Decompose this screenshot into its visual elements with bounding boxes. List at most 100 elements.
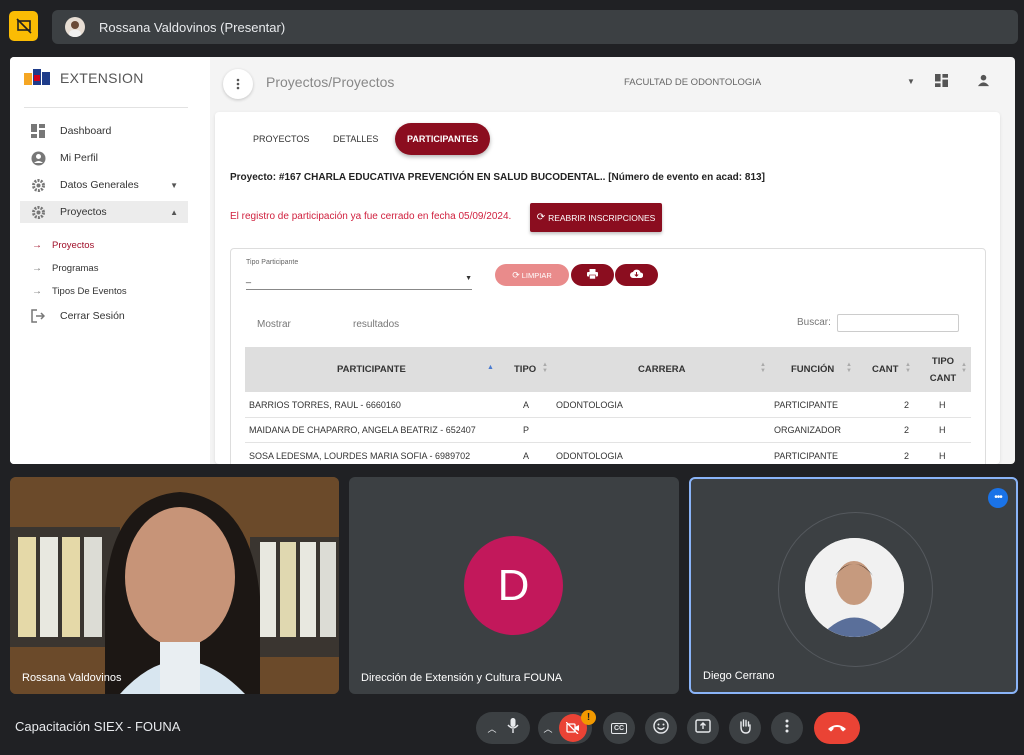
filter-label: Tipo Participante [246, 259, 299, 266]
caret-down-icon: ▼ [170, 180, 178, 190]
logout-icon [30, 308, 46, 324]
cell-funcion: PARTICIPANTE [774, 450, 839, 461]
raise-hand-button[interactable] [729, 712, 761, 744]
project-title: Proyecto: #167 CHARLA EDUCATIVA PREVENCI… [230, 172, 765, 183]
sidebar-item-dashboard[interactable]: Dashboard [20, 120, 188, 142]
refresh-icon: ⟳ [512, 269, 520, 280]
print-button[interactable] [571, 264, 614, 286]
divider [24, 107, 188, 108]
more-vert-icon[interactable] [223, 69, 253, 99]
table-row[interactable]: SOSA LEDESMA, LOURDES MARIA SOFIA - 6989… [245, 443, 971, 464]
more-options-button[interactable]: ••• [988, 488, 1008, 508]
limpiar-label: LIMPIAR [521, 270, 552, 280]
sidebar-subitem-programas[interactable]: → Programas [32, 260, 98, 276]
participant-name: Rossana Valdovinos [22, 672, 122, 684]
cell-tipo: A [523, 450, 530, 461]
emoji-icon [653, 717, 669, 739]
col-carrera[interactable]: CARRERA [638, 347, 686, 392]
buscar-label: Buscar: [797, 317, 831, 328]
more-horiz-icon: ••• [994, 492, 1002, 503]
cell-tipo-cant: H [939, 399, 946, 410]
present-button[interactable] [687, 712, 719, 744]
mostrar-label: Mostrar [257, 319, 291, 330]
table-row[interactable]: MAIDANA DE CHAPARRO, ANGELA BEATRIZ - 65… [245, 418, 971, 443]
download-button[interactable] [615, 264, 658, 286]
caret-down-icon[interactable]: ▼ [907, 77, 915, 86]
sidebar-item-logout[interactable]: Cerrar Sesión [20, 305, 188, 327]
breadcrumb: Proyectos/Proyectos [266, 74, 395, 90]
col-tipo-cant[interactable]: TIPO CANT [929, 347, 957, 392]
closed-message: El registro de participación ya fue cerr… [230, 211, 512, 222]
col-tipo[interactable]: TIPO [514, 347, 536, 392]
tile-diego[interactable]: ••• Diego Cerrano [689, 477, 1018, 694]
meeting-controls-bar: Capacitación SIEX - FOUNA ︿ ︿ ! CC [0, 700, 1024, 755]
app-sidebar: EXTENSION Dashboard Mi Perfil Datos Gene… [10, 57, 210, 464]
sort-icon: ▲ ▼ [542, 362, 548, 374]
cell-participante: SOSA LEDESMA, LOURDES MARIA SOFIA - 6989… [249, 450, 471, 461]
sort-icon: ▲ ▼ [760, 362, 766, 374]
top-bar: Rossana Valdovinos (Presentar) [0, 0, 1024, 52]
limpiar-button[interactable]: ⟳ LIMPIAR [495, 264, 569, 286]
chevron-up-icon[interactable]: ︿ [487, 722, 496, 735]
meeting-title: Capacitación SIEX - FOUNA [15, 719, 181, 734]
more-options-button[interactable] [771, 712, 803, 744]
col-funcion[interactable]: FUNCIÓN [791, 347, 834, 392]
gear-icon [30, 204, 46, 220]
leave-call-button[interactable] [814, 712, 860, 744]
dashboard-icon [30, 123, 46, 139]
brand: EXTENSION [24, 67, 144, 89]
col-tipo-cant-line1: TIPO [931, 355, 955, 367]
sidebar-item-datos[interactable]: Datos Generales ▼ [20, 174, 188, 196]
sort-icon: ▲ ▼ [846, 362, 852, 374]
cloud-download-icon [630, 266, 644, 284]
sidebar-item-proyectos[interactable]: Proyectos ▲ [20, 201, 188, 223]
sidebar-subitem-tipos[interactable]: → Tipos De Eventos [32, 283, 127, 299]
reactions-button[interactable] [645, 712, 677, 744]
table-row[interactable]: BARRIOS TORRES, RAUL - 6660160 A ODONTOL… [245, 392, 971, 418]
participants-table: PARTICIPANTE ▲ TIPO ▲ ▼ CARRERA ▲ ▼ FUNCIÓ… [245, 347, 971, 464]
presenter-banner: Rossana Valdovinos (Presentar) [52, 10, 1018, 44]
presenter-avatar [65, 17, 85, 37]
resultados-label: resultados [353, 319, 400, 330]
hand-icon [738, 718, 752, 739]
sidebar-subitem-proyectos[interactable]: → Proyectos [32, 237, 94, 253]
dashboard-icon[interactable] [935, 74, 948, 92]
sidebar-item-label: Mi Perfil [60, 152, 98, 164]
presentation-off-icon[interactable] [9, 11, 38, 41]
chevron-up-icon[interactable]: ︿ [543, 722, 552, 735]
col-cant[interactable]: CANT [872, 347, 898, 392]
mic-icon[interactable] [506, 718, 519, 738]
sort-icon: ▲ ▼ [905, 362, 911, 374]
sidebar-subitem-label: Proyectos [52, 239, 95, 251]
cell-tipo: P [523, 425, 530, 435]
brand-name: EXTENSION [60, 70, 144, 86]
search-input[interactable] [837, 314, 959, 332]
filter-value: _ [246, 273, 252, 283]
mic-group: ︿ [476, 712, 530, 744]
tab-participantes[interactable]: PARTICIPANTES [395, 123, 491, 155]
cell-tipo-cant: H [939, 450, 946, 461]
col-participante[interactable]: PARTICIPANTE [337, 347, 406, 392]
cell-funcion: PARTICIPANTE [774, 399, 839, 410]
participant-name: Dirección de Extensión y Cultura FOUNA [361, 672, 563, 684]
cell-carrera: ODONTOLOGIA [556, 399, 623, 410]
cell-cant: 2 [904, 450, 910, 461]
closed-captions-icon: CC [610, 722, 628, 734]
gear-icon [30, 177, 46, 193]
tab-proyectos[interactable]: PROYECTOS [241, 123, 321, 155]
reopen-button[interactable]: ⟳ REABRIR INSCRIPCIONES [530, 203, 662, 232]
tile-direccion[interactable]: D Dirección de Extensión y Cultura FOUNA [349, 477, 679, 694]
faculty-select[interactable]: FACULTAD DE ODONTOLOGIA [624, 77, 761, 88]
cell-tipo: A [523, 399, 530, 410]
cell-carrera: ODONTOLOGIA [556, 450, 623, 461]
tipo-participante-select[interactable]: _ ▼ [246, 273, 472, 290]
tab-detalles[interactable]: DETALLES [321, 123, 390, 155]
camera-feed-image [10, 477, 339, 694]
sidebar-item-perfil[interactable]: Mi Perfil [20, 147, 188, 169]
caret-down-icon: ▼ [465, 275, 472, 282]
account-circle-icon [30, 150, 46, 166]
tile-rossana[interactable]: Rossana Valdovinos [10, 477, 339, 694]
captions-button[interactable]: CC [603, 712, 635, 744]
cell-funcion: ORGANIZADOR [774, 425, 842, 435]
user-icon[interactable] [977, 74, 990, 92]
